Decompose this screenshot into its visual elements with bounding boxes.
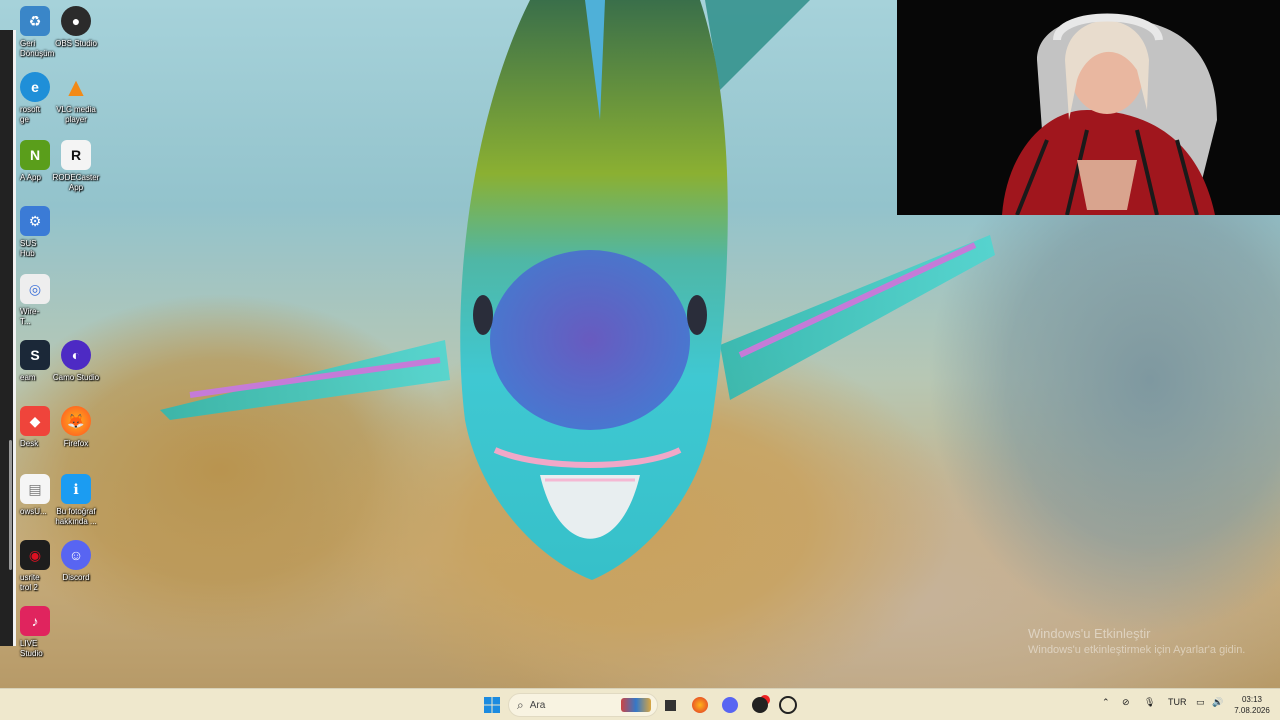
desktop-icon-asus[interactable]: ⚙ SUS Hub — [0, 206, 50, 259]
taskbar-clock[interactable]: 03:13 7.08.2026 — [1230, 694, 1274, 716]
icon-label: Desk — [20, 439, 39, 448]
rodecaster-icon: R — [61, 140, 91, 170]
activation-title: Windows'u Etkinleştir — [1028, 626, 1151, 641]
desktop-icon-obs-studio[interactable]: ● OBS Studio — [43, 6, 109, 49]
desktop-icon-firefox[interactable]: 🦊 Firefox — [43, 406, 109, 449]
desktop-icon-rodecaster[interactable]: R RODECaster App — [43, 140, 109, 193]
clock-time: 03:13 — [1241, 695, 1263, 704]
desktop-icon-spotlight[interactable]: ℹ Bu fotoğraf hakkında ... — [43, 474, 109, 527]
icon-label: SUS Hub — [20, 239, 37, 258]
firefox-icon — [692, 697, 708, 713]
activation-subtitle: Windows'u etkinleştirmek için Ayarlar'a … — [1028, 644, 1246, 656]
icon-label: Bu fotoğraf hakkında ... — [55, 507, 97, 526]
icon-label: LIVE Studio — [20, 639, 43, 658]
taskbar-search[interactable]: ⌕ Ara — [508, 693, 658, 717]
desktop-icon-anydesk[interactable]: ◆ Desk — [0, 406, 50, 449]
task-view-icon — [664, 699, 676, 711]
display-icon[interactable]: ▭ — [1196, 697, 1205, 708]
icon-label: Camo Studio — [52, 373, 100, 382]
icon-label: Firefox — [63, 439, 89, 448]
desktop-icon-steam[interactable]: S eam — [0, 340, 50, 383]
desktop-icon-focusrite[interactable]: ◉ usrite trol 2 — [0, 540, 50, 593]
taskbar: ⌕ Ara ⌃ ⊘ 🎙 TUR ▭ 🔊 03:13 7.08.2026 — [0, 688, 1280, 720]
icon-label: usrite trol 2 — [20, 573, 40, 592]
obs-icon — [752, 697, 768, 713]
search-highlight-image — [621, 698, 651, 712]
volume-icon[interactable]: 🔊 — [1212, 697, 1223, 708]
search-placeholder: Ara — [529, 699, 546, 711]
activation-watermark: Windows'u Etkinleştir Windows'u etkinleş… — [1028, 626, 1245, 658]
icon-label: rosoft ge — [20, 105, 41, 124]
tiktok-live-icon: ♪ — [20, 606, 50, 636]
webcam-overlay — [897, 0, 1280, 215]
camo-studio-icon: ◐ — [61, 340, 91, 370]
obs-studio-icon: ● — [61, 6, 91, 36]
firefox-icon: 🦊 — [61, 406, 91, 436]
microphone-icon[interactable]: 🎙 — [1144, 697, 1155, 708]
icon-label: A App — [20, 173, 41, 182]
network-off-icon[interactable]: ⊘ — [1122, 697, 1130, 708]
desktop-icon-camo-studio[interactable]: ◐ Camo Studio — [43, 340, 109, 383]
taskbar-obs[interactable] — [748, 693, 772, 717]
desktop-icon-recycle-bin[interactable]: ♻ Geri Dönüşüm — [0, 6, 55, 59]
desktop-icon-nvidia[interactable]: N A App — [0, 140, 50, 183]
discord-icon — [722, 697, 738, 713]
desktop-icon-discord[interactable]: ☺ Discord — [43, 540, 109, 583]
desktop-icon-file[interactable]: ▤ owsU... — [0, 474, 50, 517]
spotlight-info-icon: ℹ — [61, 474, 91, 504]
app-icon — [779, 696, 797, 714]
icon-label: Wire-T... — [20, 307, 40, 326]
start-button[interactable] — [480, 693, 504, 717]
desktop-icon-edge[interactable]: e rosoft ge — [0, 72, 50, 125]
streamer-webcam-image — [897, 0, 1280, 215]
taskbar-firefox[interactable] — [688, 693, 712, 717]
language-indicator[interactable]: TUR — [1168, 697, 1187, 707]
windows-logo-icon — [484, 697, 500, 713]
clock-date: 7.08.2026 — [1234, 706, 1270, 715]
asus-icon: ⚙ — [20, 206, 50, 236]
desktop-icon-vlc[interactable]: ▲ VLC media player — [43, 72, 109, 125]
icon-label: OBS Studio — [55, 39, 97, 48]
desktop-icon-tiktok-live[interactable]: ♪ LIVE Studio — [0, 606, 50, 659]
wiretap-icon: ◎ — [20, 274, 50, 304]
icon-label: Discord — [62, 573, 90, 582]
search-icon: ⌕ — [517, 697, 524, 712]
icon-label: RODECaster App — [52, 173, 100, 192]
icon-label: VLC media player — [56, 105, 96, 124]
icon-label: Geri Dönüşüm — [20, 39, 55, 58]
discord-icon: ☺ — [61, 540, 91, 570]
desktop-icon-wiretap[interactable]: ◎ Wire-T... — [0, 274, 50, 327]
vlc-cone-icon: ▲ — [63, 71, 89, 102]
icon-label: eam — [20, 373, 36, 382]
taskbar-task-view[interactable] — [658, 693, 682, 717]
taskbar-app[interactable] — [776, 693, 800, 717]
icon-label: owsU... — [20, 507, 47, 516]
tray-overflow-chevron-icon[interactable]: ⌃ — [1102, 697, 1110, 708]
taskbar-discord[interactable] — [718, 693, 742, 717]
